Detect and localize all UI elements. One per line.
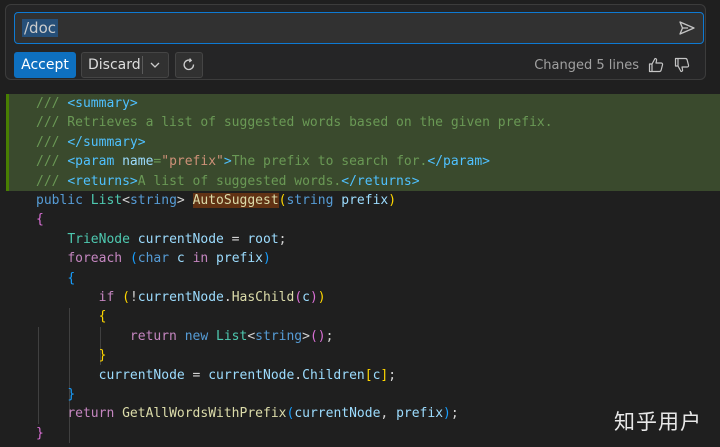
changed-lines-status: Changed 5 lines	[534, 58, 639, 73]
code-line-16: }	[67, 387, 76, 402]
discard-divider	[142, 56, 143, 74]
code-line-10: {	[67, 270, 76, 286]
code-line-14: }	[98, 348, 107, 364]
code-line-17: return GetAllWordsWithPrefix(currentNode…	[67, 406, 459, 422]
code-line-6: public List<string> AutoSuggest(string p…	[36, 193, 397, 208]
code-line-11: if (!currentNode.HasChild(c))	[98, 290, 326, 305]
chevron-down-icon[interactable]	[148, 58, 162, 72]
thumbs-up-icon[interactable]	[647, 56, 665, 74]
code-line-2: /// Retrieves a list of suggested words …	[6, 113, 720, 134]
editor-gutter	[0, 94, 3, 447]
regenerate-button[interactable]	[175, 52, 203, 78]
inline-chat-widget: /doc Accept Discard Changed 5 lines	[5, 4, 706, 80]
code-line-9: foreach (char c in prefix)	[67, 251, 271, 267]
code-line-15: currentNode = currentNode.Children[c];	[98, 367, 397, 383]
code-line-3: /// </summary>	[6, 132, 720, 153]
refresh-icon	[183, 58, 195, 71]
send-icon[interactable]	[678, 19, 696, 37]
discard-button[interactable]: Discard	[81, 52, 169, 78]
code-line-8: TrieNode currentNode = root;	[67, 231, 287, 247]
code-line-13: return new List<string>();	[129, 328, 334, 344]
accept-button[interactable]: Accept	[14, 52, 76, 78]
watermark: 知乎用户	[614, 410, 702, 434]
code-line-5: /// <returns>A list of suggested words.<…	[6, 171, 720, 192]
prompt-input[interactable]: /doc	[14, 12, 704, 44]
code-line-18: }	[36, 425, 44, 441]
discard-label: Discard	[88, 57, 141, 73]
code-line-12: {	[98, 309, 107, 325]
prompt-text: /doc	[22, 19, 58, 37]
code-line-1: /// <summary>	[6, 94, 720, 114]
code-line-7: {	[36, 212, 44, 228]
thumbs-down-icon[interactable]	[673, 56, 691, 74]
code-editor[interactable]: /// <summary> /// Retrieves a list of su…	[0, 94, 720, 447]
code-line-4: /// <param name="prefix">The prefix to s…	[6, 152, 720, 172]
